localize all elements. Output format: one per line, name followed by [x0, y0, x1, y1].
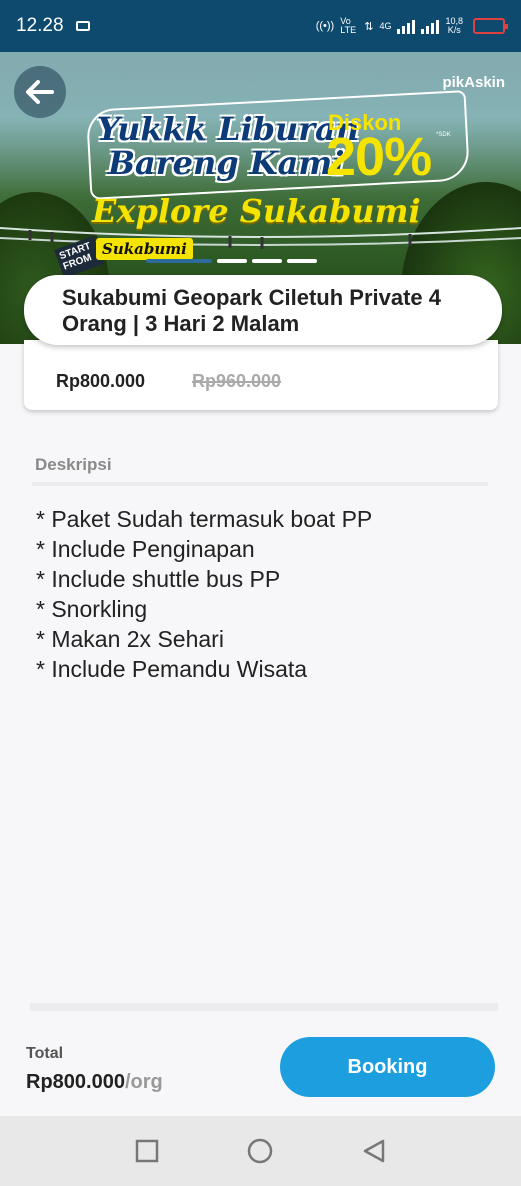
recent-apps-button[interactable]	[127, 1131, 167, 1171]
square-icon	[135, 1139, 159, 1163]
total-unit: /org	[124, 1071, 163, 1093]
description-list: * Paket Sudah termasuk boat PP * Include…	[36, 504, 372, 684]
volte-label: Vo LTE	[340, 16, 357, 35]
divider	[32, 482, 488, 486]
product-detail-screen: 12.28 ((•)) Vo LTE ⇅ 4G 10,8 K/s pikAski…	[0, 0, 521, 1186]
hotspot-icon: ((•))	[315, 20, 335, 32]
back-button[interactable]	[14, 66, 66, 118]
explore-headline: Explore Sukabumi	[92, 192, 421, 230]
status-time: 12.28	[16, 15, 64, 36]
carousel-indicator[interactable]	[146, 259, 317, 263]
total-amount: Rp800.000	[26, 1071, 125, 1093]
data-transfer-icon: ⇅	[364, 20, 374, 33]
total-label: Total	[26, 1045, 64, 1062]
signal-2-icon	[421, 18, 440, 34]
battery-icon	[473, 18, 508, 34]
booking-button[interactable]: Booking	[280, 1037, 495, 1097]
description-item: * Include Penginapan	[36, 536, 255, 562]
divider	[30, 1003, 498, 1011]
status-icons: ((•)) Vo LTE ⇅ 4G 10,8 K/s	[315, 16, 508, 35]
system-back-button[interactable]	[354, 1131, 394, 1171]
home-button[interactable]	[240, 1131, 280, 1171]
price-card: Rp800.000 Rp960.000	[24, 340, 498, 410]
total-amount-row: Rp800.000/org	[26, 1071, 163, 1094]
promo-headline-1: Yukkk Liburan	[97, 110, 360, 148]
circle-icon	[248, 1138, 273, 1164]
title-card: Sukabumi Geopark Ciletuh Private 4 Orang…	[24, 275, 502, 345]
carousel-dot-2[interactable]	[217, 259, 247, 263]
description-heading: Deskripsi	[35, 455, 112, 474]
description-item: * Makan 2x Sehari	[36, 626, 224, 652]
description-item: * Include shuttle bus PP	[36, 566, 281, 592]
status-bar: 12.28 ((•)) Vo LTE ⇅ 4G 10,8 K/s	[0, 0, 521, 52]
network-speed: 10,8 K/s	[445, 17, 463, 35]
description-item: * Snorkling	[36, 596, 148, 622]
network-label: 4G	[379, 21, 392, 31]
original-price: Rp960.000	[192, 371, 282, 391]
carousel-dot-4[interactable]	[287, 259, 317, 263]
triangle-back-icon	[363, 1139, 385, 1163]
message-icon	[75, 21, 90, 31]
carousel-dot-1[interactable]	[146, 259, 212, 263]
arrow-left-icon	[26, 80, 54, 104]
description-item: * Paket Sudah termasuk boat PP	[36, 506, 373, 532]
promo-headline-2: Bareng Kami	[108, 144, 345, 182]
current-price: Rp800.000	[56, 371, 146, 391]
start-city-badge: Sukabumi	[96, 238, 193, 260]
system-nav-bar	[0, 1116, 521, 1186]
carousel-dot-3[interactable]	[252, 259, 282, 263]
signal-icon	[397, 18, 416, 34]
discount-value: 20%	[326, 127, 432, 187]
speed-unit: K/s	[447, 25, 461, 35]
product-title: Sukabumi Geopark Ciletuh Private 4 Orang…	[62, 285, 442, 336]
description-item: * Include Pemandu Wisata	[36, 656, 308, 682]
brand-logo: pikAskin	[442, 74, 505, 91]
discount-note: *SDK	[436, 132, 451, 138]
